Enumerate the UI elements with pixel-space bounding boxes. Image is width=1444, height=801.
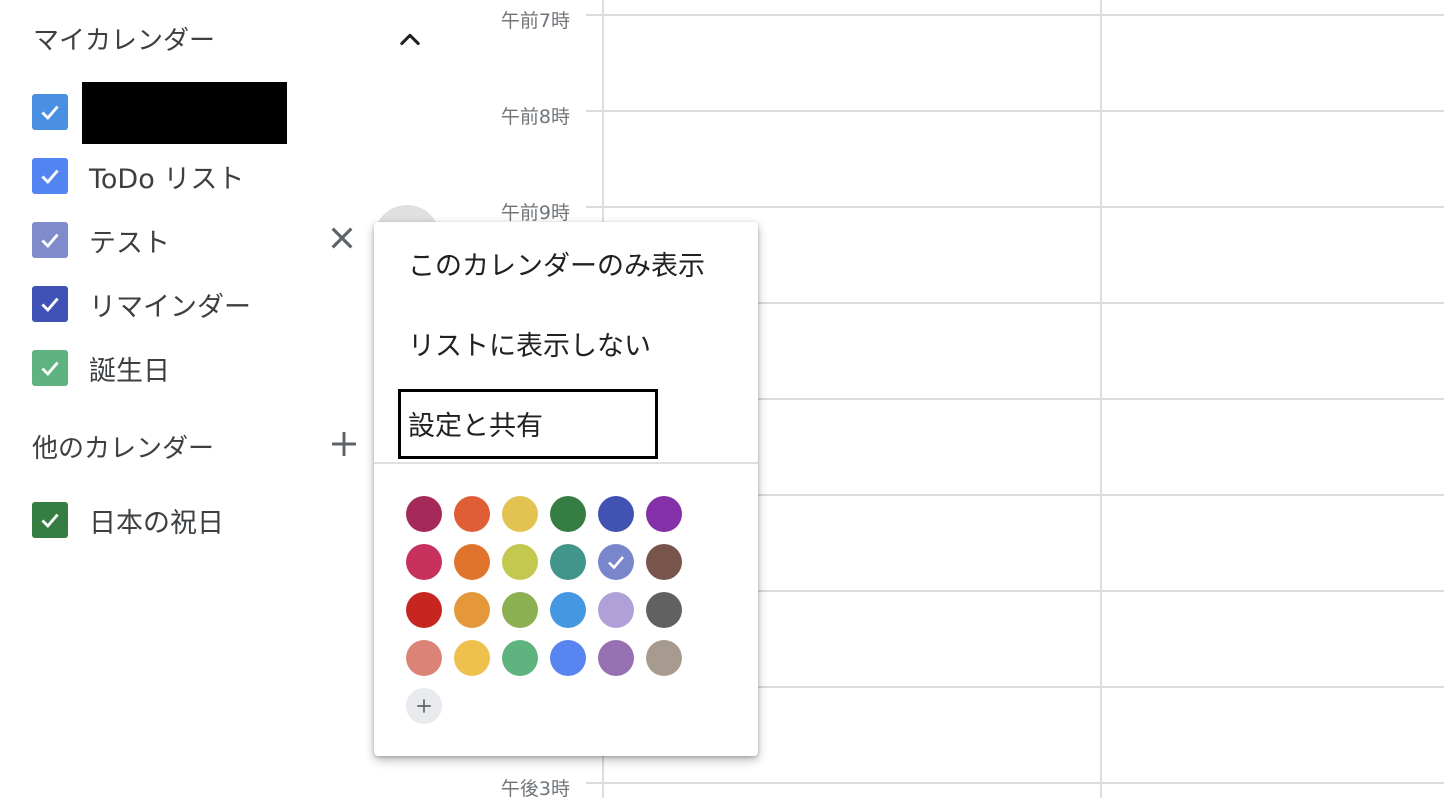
close-icon[interactable] — [326, 222, 358, 254]
calendar-label: ToDo リスト — [89, 163, 245, 195]
color-swatch[interactable] — [646, 640, 682, 676]
color-swatch[interactable] — [454, 592, 490, 628]
color-swatch[interactable] — [598, 640, 634, 676]
check-icon — [41, 169, 59, 185]
color-swatch[interactable] — [454, 544, 490, 580]
color-swatch[interactable] — [550, 640, 586, 676]
calendar-item-todo[interactable]: ToDo リスト — [32, 158, 352, 195]
checkbox[interactable] — [32, 158, 68, 194]
color-swatch[interactable] — [454, 640, 490, 676]
color-swatch[interactable] — [598, 544, 634, 580]
check-icon — [608, 556, 624, 570]
check-icon — [41, 513, 59, 529]
time-label: 午後3時 — [500, 778, 570, 800]
color-swatch[interactable] — [406, 544, 442, 580]
menu-item-hide-from-list[interactable]: リストに表示しない — [408, 324, 651, 363]
hour-line — [586, 110, 1444, 112]
calendar-label: テスト — [89, 227, 170, 259]
plus-icon[interactable] — [328, 428, 360, 460]
add-custom-color-button[interactable] — [406, 688, 442, 724]
check-icon — [41, 361, 59, 377]
calendar-item-birthday[interactable]: 誕生日 — [32, 350, 352, 387]
color-swatch[interactable] — [454, 496, 490, 532]
checkbox[interactable] — [32, 222, 68, 258]
color-swatch[interactable] — [598, 496, 634, 532]
calendar-item-japan-holidays[interactable]: 日本の祝日 — [32, 502, 352, 539]
color-swatch[interactable] — [406, 640, 442, 676]
time-label: 午前7時 — [500, 10, 570, 32]
check-icon — [41, 105, 59, 121]
hour-line — [586, 14, 1444, 16]
hour-line — [586, 206, 1444, 208]
color-swatch[interactable] — [550, 496, 586, 532]
calendar-label: 日本の祝日 — [89, 507, 224, 539]
color-swatch[interactable] — [502, 544, 538, 580]
time-label: 午前8時 — [500, 106, 570, 128]
color-swatch[interactable] — [646, 544, 682, 580]
checkbox[interactable] — [32, 502, 68, 538]
calendar-item-reminder[interactable]: リマインダー — [32, 286, 352, 323]
color-swatch[interactable] — [406, 592, 442, 628]
color-swatch[interactable] — [646, 592, 682, 628]
chevron-up-icon[interactable] — [396, 26, 424, 54]
other-calendars-title: 他のカレンダー — [32, 434, 215, 464]
my-calendars-title: マイカレンダー — [33, 26, 216, 56]
color-swatch[interactable] — [502, 496, 538, 532]
color-swatch[interactable] — [550, 544, 586, 580]
menu-item-settings-and-sharing[interactable]: 設定と共有 — [408, 404, 543, 443]
color-swatch[interactable] — [502, 592, 538, 628]
checkbox[interactable] — [32, 286, 68, 322]
color-swatch[interactable] — [550, 592, 586, 628]
check-icon — [41, 297, 59, 313]
redacted-calendar-name — [82, 82, 287, 144]
calendar-label: 誕生日 — [89, 355, 170, 387]
calendar-options-menu: このカレンダーのみ表示 リストに表示しない 設定と共有 — [374, 222, 758, 756]
time-label: 午前9時 — [500, 202, 570, 224]
checkbox[interactable] — [32, 350, 68, 386]
hour-line — [586, 782, 1444, 784]
calendar-item-test[interactable]: テスト — [32, 222, 352, 259]
calendar-label: リマインダー — [89, 291, 251, 323]
color-swatch[interactable] — [598, 592, 634, 628]
menu-item-display-only[interactable]: このカレンダーのみ表示 — [408, 244, 705, 283]
menu-divider — [374, 462, 758, 464]
checkbox[interactable] — [32, 94, 68, 130]
plus-icon — [417, 699, 431, 713]
color-swatch[interactable] — [406, 496, 442, 532]
color-swatch[interactable] — [502, 640, 538, 676]
color-swatch[interactable] — [646, 496, 682, 532]
check-icon — [41, 233, 59, 249]
